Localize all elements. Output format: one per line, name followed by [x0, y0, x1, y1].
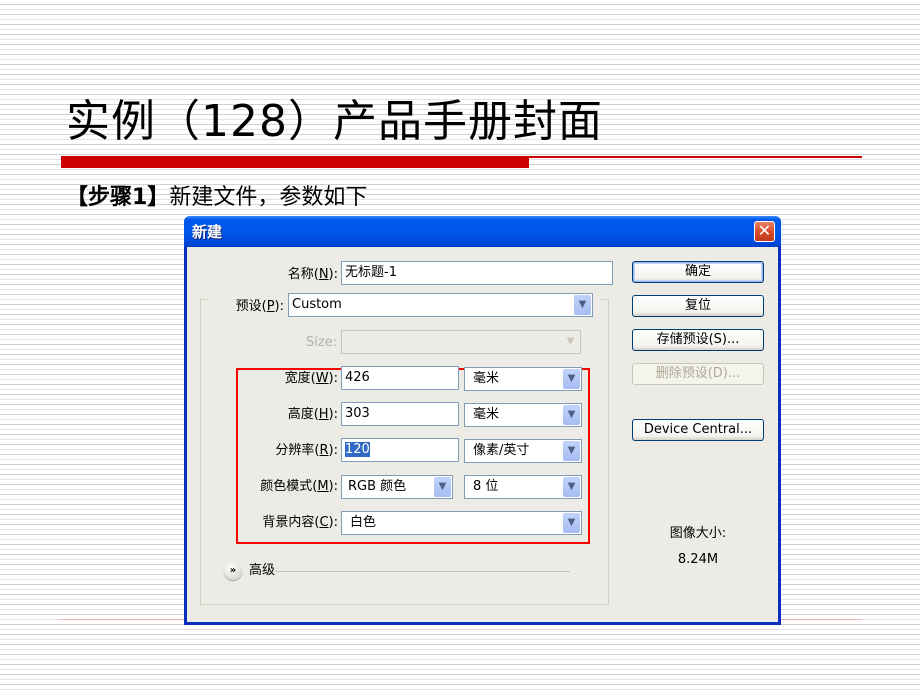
advanced-label[interactable]: 高级	[249, 560, 275, 582]
chevron-down-icon[interactable]: ▼	[563, 513, 580, 533]
device-central-button[interactable]: Device Central...	[632, 419, 764, 441]
chevron-down-icon[interactable]: ▼	[563, 477, 580, 497]
color-mode-select[interactable]: RGB 颜色 ▼	[341, 475, 453, 499]
chevron-down-icon[interactable]: ▼	[563, 441, 580, 461]
chevron-down-icon[interactable]: ▼	[434, 477, 451, 497]
step-description: 新建文件，参数如下	[169, 185, 368, 210]
dialog-title: 新建	[192, 223, 223, 241]
dialog-client-area: 名称(N): 无标题-1 预设(P): Custom ▼ Size: ▼ 宽度(…	[187, 247, 778, 622]
width-unit-select[interactable]: 毫米 ▼	[464, 367, 582, 391]
size-label: Size:	[305, 335, 337, 350]
step-heading: 【步骤1】新建文件，参数如下	[66, 184, 367, 212]
new-document-dialog: 新建 ✕ 名称(N): 无标题-1 预设(P): Custom ▼ Size: …	[184, 216, 781, 625]
chevron-down-icon: ▼	[562, 332, 579, 352]
height-label: 高度(H):	[287, 407, 338, 422]
delete-preset-button: 删除预设(D)...	[632, 363, 764, 385]
background-label: 背景内容(C):	[262, 515, 338, 530]
resolution-input[interactable]: 120	[341, 438, 459, 462]
dialog-titlebar[interactable]: 新建 ✕	[184, 216, 781, 247]
title-underline-line	[529, 156, 862, 158]
advanced-divider	[275, 571, 570, 572]
save-preset-button[interactable]: 存储预设(S)...	[632, 329, 764, 351]
reset-button[interactable]: 复位	[632, 295, 764, 317]
width-label: 宽度(W):	[284, 371, 338, 386]
close-button[interactable]: ✕	[754, 221, 775, 242]
bit-depth-select[interactable]: 8 位 ▼	[464, 475, 582, 499]
color-mode-label: 颜色模式(M):	[260, 479, 338, 494]
resolution-unit-select[interactable]: 像素/英寸 ▼	[464, 439, 582, 463]
size-select: ▼	[341, 330, 581, 354]
resolution-label: 分辨率(R):	[275, 443, 338, 458]
height-unit-select[interactable]: 毫米 ▼	[464, 403, 582, 427]
expand-advanced-icon[interactable]: »	[224, 562, 242, 580]
chevron-down-icon[interactable]: ▼	[563, 369, 580, 389]
image-size-label: 图像大小:	[669, 526, 727, 541]
chevron-down-icon[interactable]: ▼	[574, 295, 591, 315]
chevron-down-icon[interactable]: ▼	[563, 405, 580, 425]
width-input[interactable]: 426	[341, 366, 459, 390]
height-input[interactable]: 303	[341, 402, 459, 426]
slide-title: 实例（128）产品手册封面	[66, 96, 603, 147]
preset-select[interactable]: Custom ▼	[288, 293, 593, 317]
title-underline-bar	[61, 156, 529, 168]
close-icon: ✕	[757, 221, 772, 240]
name-label: 名称(N):	[287, 267, 338, 282]
name-input[interactable]: 无标题-1	[341, 261, 613, 285]
preset-label: 预设(P):	[235, 299, 284, 314]
step-prefix: 【步骤1】	[66, 185, 170, 210]
image-size-value: 8.24M	[677, 552, 719, 567]
background-select[interactable]: 白色 ▼	[341, 511, 582, 535]
ok-button[interactable]: 确定	[632, 261, 764, 283]
